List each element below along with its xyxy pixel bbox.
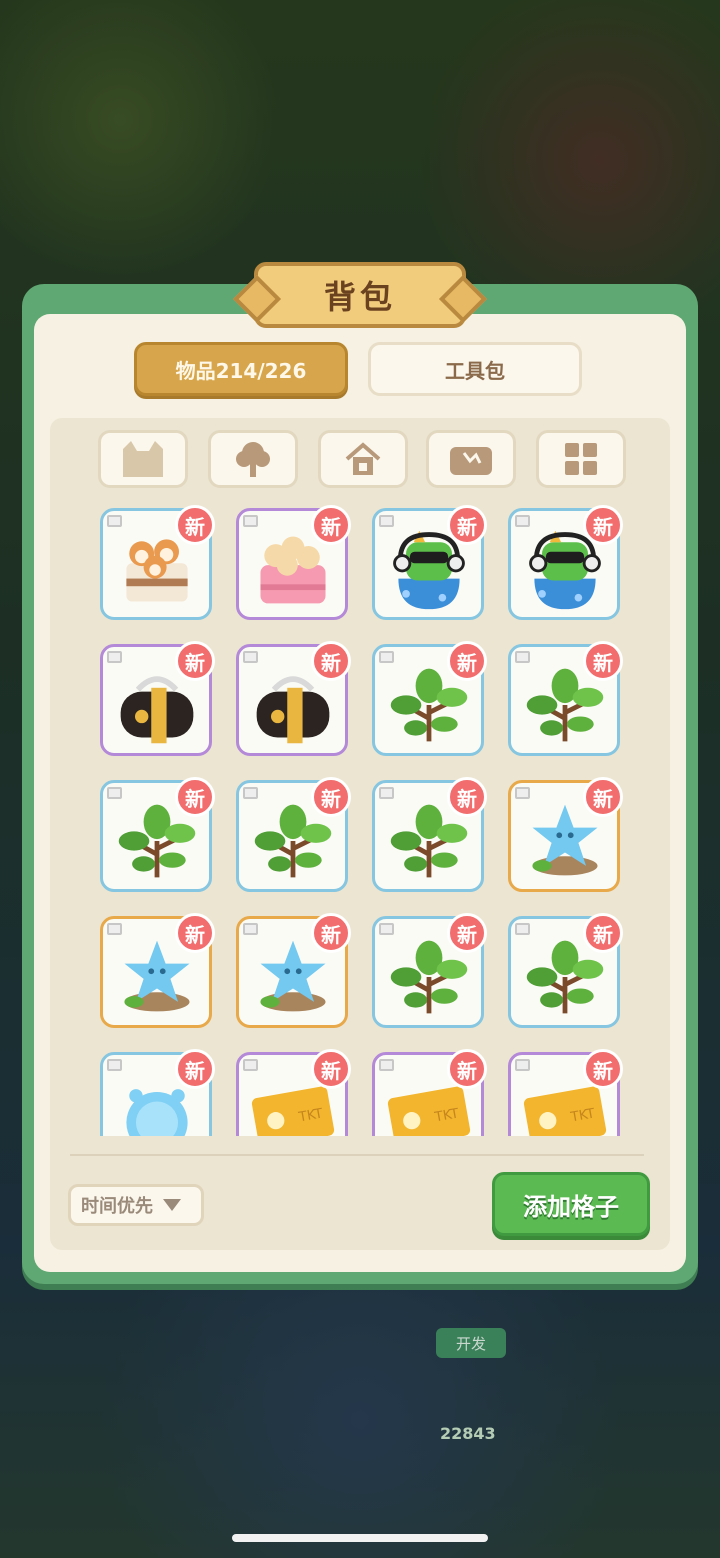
grid-icon [565, 443, 597, 475]
new-badge: 新 [175, 777, 215, 817]
item-grid: 新新新新新新新新新新新新新新新新新新新新 [96, 504, 636, 1136]
new-badge: 新 [175, 641, 215, 681]
home-indicator [232, 1534, 488, 1542]
item-slot-green-plant[interactable]: 新 [508, 641, 623, 756]
new-badge: 新 [311, 1049, 351, 1089]
item-slot-gold-ticket[interactable]: 新 [372, 1049, 487, 1136]
item-slot-star-sprite-stone[interactable]: 新 [236, 913, 351, 1028]
tab-toolkit[interactable]: 工具包 [368, 342, 582, 396]
new-badge: 新 [311, 913, 351, 953]
filter-all[interactable] [536, 430, 626, 488]
house-icon [345, 442, 381, 475]
item-slot-green-plant[interactable]: 新 [372, 913, 487, 1028]
item-slot-green-plant[interactable]: 新 [508, 913, 623, 1028]
tab-items[interactable]: 物品214/226 [134, 342, 348, 396]
item-slot-blue-bubble-creature[interactable]: 新 [100, 1049, 215, 1136]
new-badge: 新 [583, 1049, 623, 1089]
new-badge: 新 [583, 505, 623, 545]
backpack-title: 背包 [254, 262, 466, 328]
new-badge: 新 [311, 777, 351, 817]
new-badge: 新 [447, 777, 487, 817]
filter-cat[interactable] [98, 430, 188, 488]
item-slot-green-plant[interactable]: 新 [236, 777, 351, 892]
new-badge: 新 [175, 505, 215, 545]
tree-icon [236, 442, 270, 477]
chevron-down-icon [163, 1199, 181, 1211]
new-badge: 新 [311, 505, 351, 545]
item-slot-black-gold-bag[interactable]: 新 [100, 641, 215, 756]
background-count-label: 22843 [440, 1424, 496, 1443]
new-badge: 新 [175, 913, 215, 953]
cat-icon [123, 441, 163, 477]
filter-tree[interactable] [208, 430, 298, 488]
treasure-chest-icon [450, 447, 492, 475]
new-badge: 新 [175, 1049, 215, 1089]
filter-house[interactable] [318, 430, 408, 488]
item-slot-gold-ticket[interactable]: 新 [508, 1049, 623, 1136]
item-slot-gold-ticket[interactable]: 新 [236, 1049, 351, 1136]
item-slot-dj-robot-cat[interactable]: 新 [508, 505, 623, 620]
new-badge: 新 [447, 505, 487, 545]
item-slot-shiba-cake[interactable]: 新 [100, 505, 215, 620]
new-badge: 新 [583, 777, 623, 817]
add-slots-button[interactable]: 添加格子 [492, 1172, 650, 1236]
sort-label: 时间优先 [81, 1196, 153, 1217]
item-slot-star-sprite-stone[interactable]: 新 [508, 777, 623, 892]
new-badge: 新 [311, 641, 351, 681]
sort-dropdown[interactable]: 时间优先 [68, 1184, 204, 1226]
new-badge: 新 [447, 913, 487, 953]
filter-treasure[interactable] [426, 430, 516, 488]
divider [70, 1154, 644, 1156]
item-slot-dj-robot-cat[interactable]: 新 [372, 505, 487, 620]
background-dev-label: 开发 [436, 1328, 506, 1358]
item-slot-black-gold-bag[interactable]: 新 [236, 641, 351, 756]
new-badge: 新 [583, 913, 623, 953]
item-slot-pink-chick-basket[interactable]: 新 [236, 505, 351, 620]
new-badge: 新 [447, 641, 487, 681]
item-slot-green-plant[interactable]: 新 [372, 777, 487, 892]
item-slot-green-plant[interactable]: 新 [372, 641, 487, 756]
item-slot-green-plant[interactable]: 新 [100, 777, 215, 892]
new-badge: 新 [583, 641, 623, 681]
item-slot-star-sprite-stone[interactable]: 新 [100, 913, 215, 1028]
new-badge: 新 [447, 1049, 487, 1089]
